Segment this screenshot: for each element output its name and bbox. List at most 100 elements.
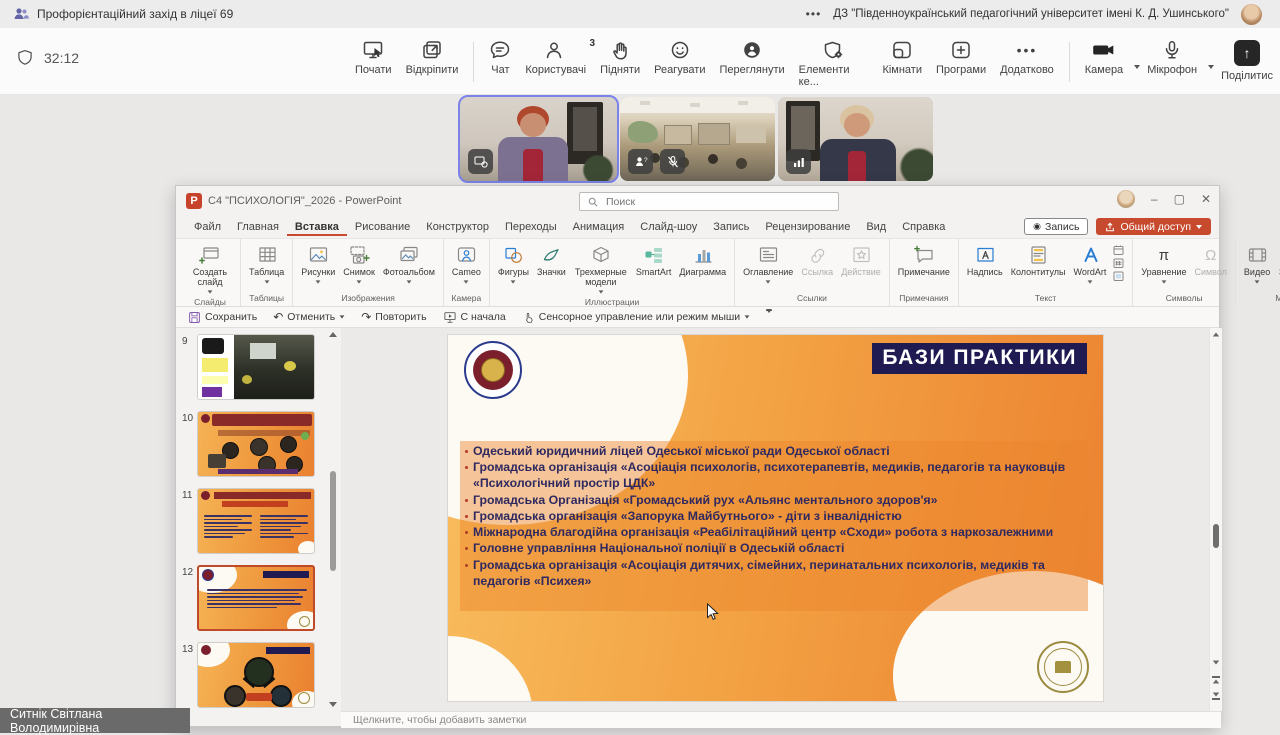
toolbar-divider — [1069, 42, 1070, 82]
chat-label: Чат — [491, 64, 509, 76]
meeting-title: Профорієнтаційний захід в ліцеї 69 — [37, 7, 233, 21]
chat-button[interactable]: Чат — [482, 36, 518, 80]
share-access-button[interactable]: Общий доступ — [1096, 218, 1211, 235]
ribbon-textbox[interactable]: Надпись — [964, 243, 1006, 279]
presenter-name-tag: Ситнік Світлана Володимирівна — [0, 708, 190, 733]
restore-button[interactable]: ▢ — [1174, 192, 1185, 206]
ribbon-photo-album[interactable]: Фотоальбом — [380, 243, 438, 285]
scrollbar-thumb[interactable] — [1213, 524, 1219, 548]
unpin-button[interactable]: Відкріпити — [399, 36, 466, 80]
view-button[interactable]: Переглянути — [712, 36, 791, 80]
thumbs-scroll-down-icon[interactable] — [329, 702, 337, 707]
redo-button[interactable]: ↷Повторить — [361, 310, 426, 324]
tab-transitions[interactable]: Переходы — [497, 218, 565, 237]
pi-icon: π — [1159, 248, 1169, 263]
tab-animations[interactable]: Анимация — [565, 218, 633, 237]
meeting-timer: 32:12 — [44, 50, 79, 66]
ribbon-icons[interactable]: Значки — [534, 243, 569, 279]
customize-qat-icon[interactable] — [766, 310, 772, 325]
notes-pane[interactable]: Щелкните, чтобы добавить заметки — [341, 711, 1221, 728]
view-label: Переглянути — [719, 64, 784, 76]
mic-label: Мікрофон — [1147, 64, 1197, 76]
ribbon-video[interactable]: Видео — [1241, 243, 1273, 285]
ribbon-header-footer[interactable]: Колонтитулы — [1008, 243, 1069, 279]
close-button[interactable]: ✕ — [1201, 192, 1211, 206]
tab-draw[interactable]: Рисование — [347, 218, 418, 237]
tab-file[interactable]: Файл — [186, 218, 229, 237]
omega-icon: Ω — [1205, 248, 1216, 263]
tab-review[interactable]: Рецензирование — [757, 218, 858, 237]
next-slide-button[interactable] — [1212, 692, 1220, 700]
ribbon-3d-models[interactable]: Трехмерные модели — [571, 243, 631, 295]
tab-design[interactable]: Конструктор — [418, 218, 497, 237]
slide-title[interactable]: БАЗИ ПРАКТИКИ — [872, 343, 1087, 374]
previous-slide-button[interactable] — [1212, 676, 1220, 684]
save-button[interactable]: Сохранить — [188, 311, 257, 324]
start-button[interactable]: Почати — [348, 36, 399, 80]
bullet-item: Громадська Організація «Громадський рух … — [464, 492, 1088, 508]
university-seal-logo — [464, 341, 522, 399]
powerpoint-window: P С4 "ПСИХОЛОГІЯ"_2026 - PowerPoint – ▢ … — [175, 185, 1220, 727]
ppt-titlebar: P С4 "ПСИХОЛОГІЯ"_2026 - PowerPoint – ▢ … — [176, 186, 1219, 216]
ribbon-smartart[interactable]: SmartArt — [633, 243, 675, 279]
ribbon-comment[interactable]: Примечание — [895, 243, 953, 279]
user-avatar[interactable] — [1241, 4, 1262, 25]
slide-editing-area[interactable]: БАЗИ ПРАКТИКИ Одеський юридичний ліцей О… — [341, 328, 1209, 711]
ribbon-table[interactable]: Таблица — [246, 243, 287, 285]
bullet-item: Одеський юридичний ліцей Одеської місько… — [464, 443, 1088, 459]
titlebar-more-icon[interactable]: ••• — [806, 7, 822, 21]
touch-mode-button[interactable]: Сенсорное управление или режим мыши — [522, 311, 750, 324]
slide-scrollbar[interactable] — [1209, 328, 1222, 711]
ribbon-pictures[interactable]: Рисунки — [298, 243, 338, 285]
participants-button[interactable]: 3 Користувачі — [518, 36, 593, 80]
participants-label: Користувачі — [525, 64, 586, 76]
raise-hand-button[interactable]: Підняти — [593, 36, 647, 80]
ribbon-chart[interactable]: Диаграмма — [676, 243, 729, 279]
video-tile-classroom[interactable]: ? — [620, 97, 775, 181]
apps-button[interactable]: Програми — [929, 36, 993, 80]
ribbon-shapes[interactable]: Фигуры — [495, 243, 532, 285]
ppt-account-avatar[interactable] — [1117, 190, 1135, 208]
scroll-down-icon[interactable] — [1213, 661, 1219, 665]
mic-button[interactable]: Мікрофон — [1140, 36, 1204, 80]
video-tile-participant[interactable] — [778, 97, 933, 181]
thumbs-scrollbar[interactable] — [330, 471, 336, 571]
react-button[interactable]: Реагувати — [647, 36, 712, 80]
share-button[interactable]: ↑ Поділитис — [1214, 36, 1280, 86]
video-tile-speaker[interactable] — [460, 97, 617, 181]
tab-view[interactable]: Вид — [858, 218, 894, 237]
ribbon-audio[interactable]: Звук — [1275, 243, 1280, 285]
ribbon-new-slide[interactable]: Создать слайд — [185, 243, 235, 295]
slide-bullet-list[interactable]: Одеський юридичний ліцей Одеської місько… — [464, 443, 1088, 589]
tab-home[interactable]: Главная — [229, 218, 287, 237]
tab-help[interactable]: Справка — [894, 218, 953, 237]
more-label: Додатково — [1000, 64, 1054, 76]
search-box[interactable] — [579, 192, 839, 211]
control-elements-button[interactable]: Елементи ке... — [792, 36, 876, 92]
camera-button[interactable]: Камера — [1078, 36, 1130, 80]
thumbs-scroll-up-icon[interactable] — [329, 332, 337, 337]
record-button[interactable]: ◉Запись — [1024, 218, 1088, 235]
ribbon-equation[interactable]: πУравнение — [1138, 243, 1189, 285]
undo-button[interactable]: ↶Отменить — [273, 310, 345, 324]
raise-hand-label: Підняти — [600, 64, 640, 76]
tab-slideshow[interactable]: Слайд-шоу — [632, 218, 705, 237]
more-button[interactable]: ••• Додатково — [993, 36, 1061, 80]
scroll-up-icon[interactable] — [1213, 333, 1219, 337]
minimize-button[interactable]: – — [1151, 192, 1158, 206]
from-start-button[interactable]: С начала — [443, 311, 506, 324]
search-input[interactable] — [604, 195, 808, 209]
org-name: ДЗ "Південноукраїнський педагогічний уні… — [833, 8, 1229, 20]
ribbon-cameo[interactable]: Cameo — [449, 243, 484, 285]
ribbon-toc[interactable]: Оглавление — [740, 243, 796, 285]
rooms-button[interactable]: Кімнати — [875, 36, 929, 80]
svg-text:?: ? — [644, 157, 648, 164]
tile-attendee-icon: ? — [628, 149, 653, 174]
ribbon-wordart[interactable]: WordArt — [1071, 243, 1110, 285]
slide-canvas[interactable]: БАЗИ ПРАКТИКИ Одеський юридичний ліцей О… — [448, 335, 1103, 701]
record-icon: ◉ — [1033, 221, 1041, 232]
ribbon-screenshot[interactable]: Снимок — [340, 243, 378, 285]
tab-insert[interactable]: Вставка — [287, 218, 347, 237]
tab-record[interactable]: Запись — [705, 218, 757, 237]
ribbon-text-small-buttons[interactable] — [1111, 243, 1127, 282]
